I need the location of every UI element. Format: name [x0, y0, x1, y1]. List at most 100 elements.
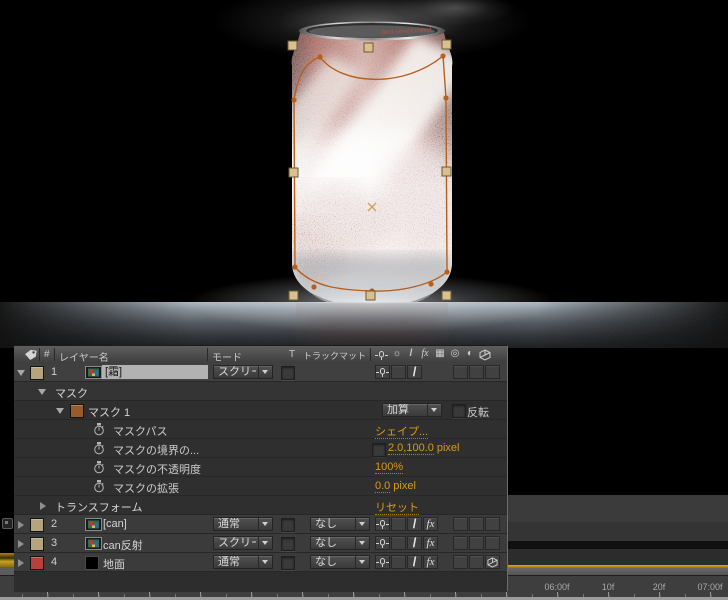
collapse-transformations-icon[interactable]: ☼ — [390, 348, 404, 359]
stopwatch-icon[interactable] — [93, 461, 105, 474]
3d-switch[interactable] — [485, 517, 500, 531]
stopwatch-icon[interactable] — [93, 423, 105, 436]
dropdown-arrow-icon — [258, 366, 272, 378]
3d-switch[interactable] — [485, 555, 500, 569]
track-band-1 — [508, 495, 728, 523]
track-matte-dropdown[interactable]: なし — [310, 536, 370, 550]
masks-group-row[interactable]: マスク — [14, 382, 507, 401]
mask-mode-dropdown[interactable]: 加算 — [382, 403, 442, 417]
group-label: トランスフォーム — [55, 499, 142, 515]
layer-row-ground[interactable]: 4 地面 通常 なし / fx — [14, 553, 507, 572]
mask-opacity-row[interactable]: マスクの不透明度 100% — [14, 458, 507, 477]
dropdown-arrow-icon — [355, 556, 369, 568]
property-value[interactable]: シェイプ... — [375, 423, 428, 439]
effects-switch[interactable]: fx — [423, 555, 438, 569]
preserve-transparency-checkbox[interactable] — [281, 366, 295, 380]
mask-invert-checkbox[interactable] — [452, 404, 466, 418]
layer-row-can-reflection[interactable]: 3 can反射 スクリーン なし / fx — [14, 534, 507, 553]
blend-mode-dropdown[interactable]: スクリーン — [213, 536, 273, 550]
layer-name-field[interactable]: [霜] — [102, 365, 208, 379]
column-track-matte[interactable]: トラックマット — [303, 349, 366, 362]
floor — [0, 273, 728, 350]
transform-group-row[interactable]: トランスフォーム リセット — [14, 496, 507, 515]
expand-triangle[interactable] — [56, 408, 64, 414]
blend-mode-dropdown[interactable]: スクリーン — [213, 365, 273, 379]
mask-1-row[interactable]: マスク 1 加算 反転 — [14, 401, 507, 420]
ruler-label: 20f — [653, 582, 666, 592]
dropdown-arrow-icon — [258, 556, 272, 568]
stopwatch-icon[interactable] — [93, 480, 105, 493]
effects-switch[interactable]: fx — [423, 536, 438, 550]
column-t[interactable]: T — [289, 349, 295, 360]
column-number[interactable]: # — [44, 349, 50, 360]
preserve-transparency-checkbox[interactable] — [281, 518, 295, 532]
collapse-switch[interactable] — [391, 365, 406, 379]
label-color-swatch[interactable] — [30, 537, 44, 551]
effects-switch[interactable]: fx — [423, 517, 438, 531]
frame-blend-switch[interactable] — [453, 517, 468, 531]
collapse-switch[interactable] — [391, 517, 406, 531]
quality-switch[interactable]: / — [407, 555, 422, 569]
label-color-swatch[interactable] — [30, 556, 44, 570]
frame-blend-switch[interactable] — [453, 365, 468, 379]
preserve-transparency-checkbox[interactable] — [281, 537, 295, 551]
motion-blur-switch[interactable] — [469, 555, 484, 569]
constrain-checkbox[interactable] — [372, 443, 386, 457]
quality-icon[interactable]: / — [404, 348, 418, 359]
collapsed-triangle[interactable] — [18, 559, 24, 567]
track-matte-dropdown[interactable]: なし — [310, 517, 370, 531]
blend-mode-dropdown[interactable]: 通常 — [213, 555, 273, 569]
column-mode[interactable]: モード — [212, 349, 242, 364]
preserve-transparency-checkbox[interactable] — [281, 556, 295, 570]
quality-switch[interactable]: / — [407, 365, 422, 379]
expand-triangle[interactable] — [17, 370, 25, 376]
composition-viewer[interactable]: best served chilled 12 fl.OZ — [0, 0, 728, 350]
adjustment-layer-icon[interactable]: ◐ — [463, 348, 477, 359]
label-color-swatch[interactable] — [30, 366, 44, 380]
effects-icon[interactable]: fx — [418, 348, 432, 359]
stopwatch-icon[interactable] — [93, 442, 105, 455]
collapsed-triangle[interactable] — [18, 540, 24, 548]
label-color-icon[interactable] — [24, 349, 38, 361]
property-value[interactable]: 0.0pixel — [375, 480, 416, 492]
layer-row-frost[interactable]: 1 [霜] スクリーン / — [14, 363, 507, 382]
layer-name[interactable]: can反射 — [103, 537, 143, 553]
motion-blur-switch[interactable] — [469, 517, 484, 531]
layer-row-can[interactable]: 2 [can] 通常 なし / fx — [14, 515, 507, 534]
motion-blur-switch[interactable] — [469, 365, 484, 379]
reset-link[interactable]: リセット — [375, 499, 419, 515]
shy-switch[interactable] — [375, 517, 390, 531]
mask-expansion-row[interactable]: マスクの拡張 0.0pixel — [14, 477, 507, 496]
track-matte-dropdown[interactable]: なし — [310, 555, 370, 569]
collapse-switch[interactable] — [391, 536, 406, 550]
shy-switch[interactable] — [375, 365, 390, 379]
shy-switch[interactable] — [375, 536, 390, 550]
layer-name[interactable]: 地面 — [103, 556, 125, 572]
mask-path-row[interactable]: マスクパス シェイプ... — [14, 420, 507, 439]
collapsed-triangle[interactable] — [40, 502, 46, 510]
mask-color-swatch[interactable] — [70, 404, 84, 418]
expand-triangle[interactable] — [38, 389, 46, 395]
quality-switch[interactable]: / — [407, 536, 422, 550]
frame-blend-switch[interactable] — [453, 555, 468, 569]
shy-switch[interactable] — [375, 555, 390, 569]
layer-name[interactable]: [can] — [103, 518, 127, 530]
3d-switch[interactable] — [485, 536, 500, 550]
mask-name[interactable]: マスク 1 — [88, 404, 130, 420]
3d-layer-icon[interactable] — [479, 349, 491, 361]
3d-switch[interactable] — [485, 365, 500, 379]
collapsed-triangle[interactable] — [18, 521, 24, 529]
shy-icon[interactable] — [375, 351, 388, 360]
quality-switch[interactable]: / — [407, 517, 422, 531]
property-value[interactable]: 2.0,100.0pixel — [388, 442, 460, 454]
label-color-swatch[interactable] — [30, 518, 44, 532]
mask-feather-row[interactable]: マスクの境界の... 2.0,100.0pixel — [14, 439, 507, 458]
collapse-switch[interactable] — [391, 555, 406, 569]
column-layer-name[interactable]: レイヤー名 — [59, 349, 109, 364]
frame-blend-switch[interactable] — [453, 536, 468, 550]
blend-mode-dropdown[interactable]: 通常 — [213, 517, 273, 531]
frame-blend-icon[interactable]: ▦ — [433, 348, 447, 359]
motion-blur-icon[interactable]: ◎ — [448, 348, 462, 359]
motion-blur-switch[interactable] — [469, 536, 484, 550]
property-value[interactable]: 100% — [375, 461, 403, 473]
